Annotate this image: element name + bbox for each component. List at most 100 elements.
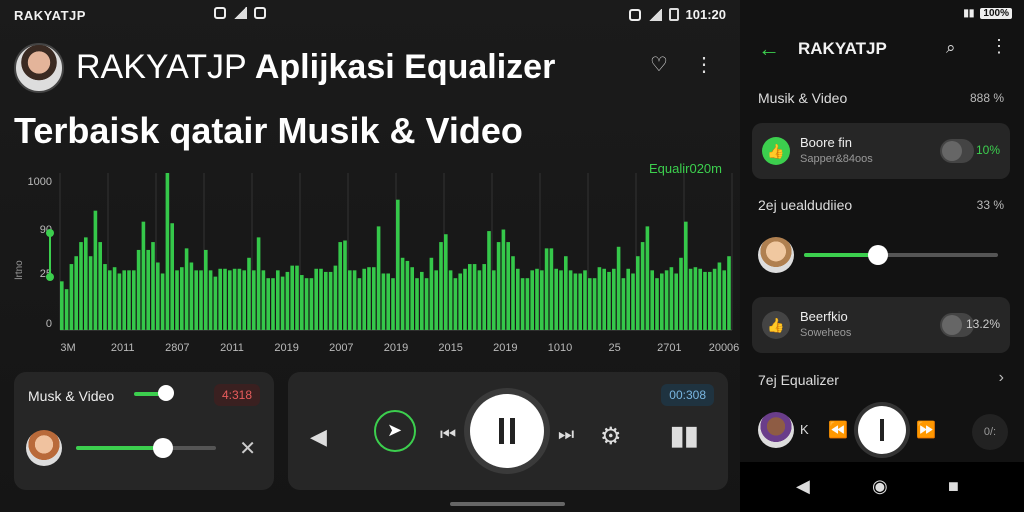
chart-bar — [607, 271, 611, 330]
fast-forward-icon[interactable]: ⏩ — [916, 420, 936, 440]
y-tick-label: 1000 — [28, 176, 52, 188]
setting-subtitle: Soweheos — [800, 327, 852, 339]
chart-bar — [372, 267, 376, 330]
chart-bar — [141, 221, 146, 330]
section-value: 33 % — [976, 198, 1004, 212]
balance-slider[interactable] — [804, 245, 998, 265]
chart-bar — [295, 265, 299, 330]
chart-bar — [424, 278, 429, 330]
chart-bar — [338, 242, 342, 330]
chart-bar — [703, 271, 707, 330]
chart-bar — [391, 278, 395, 330]
navigation-button[interactable]: ➤ — [374, 410, 416, 452]
chart-bar — [549, 248, 554, 330]
chart-bar — [93, 210, 98, 330]
volume-slider[interactable] — [76, 438, 216, 458]
card-title: Musk & Video — [28, 388, 115, 404]
axis-slider-knob — [46, 229, 54, 237]
chevron-right-icon[interactable]: › — [999, 369, 1004, 387]
chart-bar — [535, 268, 539, 330]
gear-icon[interactable]: ⚙ — [600, 422, 622, 451]
setting-card[interactable]: 👍 Beerfkio Soweheos 13.2% — [752, 297, 1010, 353]
pause-button[interactable] — [470, 394, 544, 468]
volume-slider-knob[interactable] — [152, 438, 173, 458]
avatar[interactable] — [758, 237, 794, 273]
chart-bar — [247, 257, 251, 330]
chart-bar — [304, 278, 309, 330]
chart-bar — [165, 173, 170, 330]
chart-bar — [540, 270, 544, 330]
more-vertical-icon[interactable]: ⋮ — [990, 36, 1008, 57]
app-header: ← RAKYATJP ⌕ ⋮ — [740, 30, 1024, 70]
chart-bar — [242, 270, 246, 330]
chart-bar — [496, 242, 501, 330]
volume-slider-fill — [76, 446, 163, 450]
chart-bar — [204, 249, 208, 330]
mini-toggle[interactable] — [134, 385, 174, 401]
x-tick-label: 2019 — [384, 342, 408, 354]
title-brand: RAKYATJP — [76, 48, 247, 86]
chart-bar — [482, 264, 486, 330]
chart-bar — [645, 226, 650, 330]
y-axis-label: lrtno — [14, 260, 25, 280]
setting-subtitle: Sapper&84oos — [800, 153, 873, 165]
setting-percent: 10% — [975, 143, 1000, 157]
heart-icon[interactable]: ♡ — [650, 52, 668, 77]
recents-square-icon[interactable]: ■ — [948, 476, 959, 497]
setting-title: Beerfkio — [800, 309, 848, 324]
alarm-icon — [214, 7, 226, 19]
chart-bar — [367, 267, 371, 330]
skip-back-button[interactable]: K — [800, 422, 809, 437]
android-navbar: ◀ ◉ ■ — [740, 462, 1024, 512]
player-controls-card: 00:308 ◀ ➤ ⏮ ⏭ ⚙ ▮▮ — [288, 372, 728, 490]
search-icon[interactable]: ⌕ — [946, 38, 956, 58]
chart-bar — [156, 262, 160, 330]
status-icons-right: 101:20 — [628, 7, 726, 22]
chart-bar — [324, 271, 328, 330]
avatar[interactable] — [26, 430, 62, 466]
section-label: 7ej Equalizer — [758, 372, 839, 388]
chart-bar — [458, 273, 462, 330]
chart-bar — [170, 223, 174, 330]
chart-bar — [343, 240, 347, 330]
setting-toggle[interactable] — [940, 139, 974, 163]
status-time: 101:20 — [685, 7, 726, 22]
chart-bar — [184, 248, 189, 330]
chart-bar — [712, 268, 717, 330]
close-icon[interactable]: ✕ — [239, 436, 256, 461]
equalizer-bars-icon[interactable]: ▮▮ — [670, 420, 699, 451]
avatar[interactable] — [14, 43, 64, 93]
chart-bar — [60, 281, 64, 330]
skip-previous-icon[interactable]: ⏮ — [440, 424, 456, 445]
chart-bar — [132, 270, 136, 330]
pause-button[interactable] — [858, 406, 906, 454]
chart-bar — [693, 267, 698, 330]
avatar[interactable] — [758, 412, 794, 448]
chart-bar — [194, 270, 198, 330]
chart-bar — [381, 273, 386, 330]
skip-next-icon[interactable]: ⏭ — [558, 424, 574, 445]
chart-bar — [79, 242, 83, 330]
back-triangle-icon[interactable]: ◀ — [796, 476, 810, 497]
x-tick-label: 25 — [609, 342, 621, 354]
chart-bar — [376, 226, 381, 330]
top-actions: ♡ ⋮ — [650, 52, 714, 77]
chart-bar — [69, 264, 74, 330]
time-badge: 0/: — [972, 414, 1008, 450]
speaker-icon[interactable]: ◀ — [310, 424, 327, 450]
balance-slider-knob[interactable] — [867, 245, 888, 265]
chart-bar — [506, 242, 510, 330]
chart-bar — [415, 278, 419, 330]
chart-bar — [420, 271, 424, 330]
chart-bar — [160, 273, 165, 330]
more-vertical-icon[interactable]: ⋮ — [694, 52, 714, 77]
chart-bar — [708, 271, 712, 330]
chart-bar — [583, 270, 587, 330]
chart-bar — [103, 264, 107, 330]
back-arrow-icon[interactable]: ← — [758, 36, 780, 62]
chart-bar — [352, 270, 357, 330]
rewind-icon[interactable]: ⏪ — [828, 420, 848, 440]
home-circle-icon[interactable]: ◉ — [872, 476, 888, 497]
battery-icon: 100% — [980, 8, 1012, 19]
setting-card[interactable]: 👍 Boore fin Sapper&84oos 10% — [752, 123, 1010, 179]
